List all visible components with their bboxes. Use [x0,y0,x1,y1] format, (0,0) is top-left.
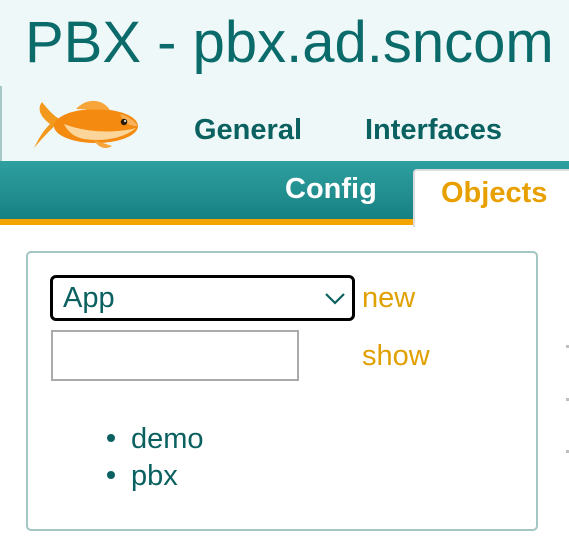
object-name-input[interactable] [51,330,299,381]
list-item[interactable]: pbx [107,460,178,493]
goldfish-icon [34,100,138,148]
show-button[interactable]: show [362,340,430,373]
page-title: PBX - pbx.ad.sncom [25,10,554,75]
nav-interfaces[interactable]: Interfaces [365,114,502,147]
tab-config[interactable]: Config [285,173,377,206]
object-type-select[interactable]: App [50,275,355,321]
list-item[interactable]: demo [107,423,204,456]
header-divider [0,86,2,161]
chevron-down-icon [325,293,345,305]
header: PBX - pbx.ad.sncom General Interfaces [0,0,569,161]
list-item-label: pbx [131,460,178,492]
tab-objects[interactable]: Objects [413,169,569,227]
bullet [107,434,115,443]
nav-general[interactable]: General [194,114,302,147]
tab-objects-label: Objects [441,177,548,209]
bullet [107,471,115,480]
list-item-label: demo [131,423,204,455]
new-button[interactable]: new [362,282,415,315]
object-type-value: App [63,282,115,314]
